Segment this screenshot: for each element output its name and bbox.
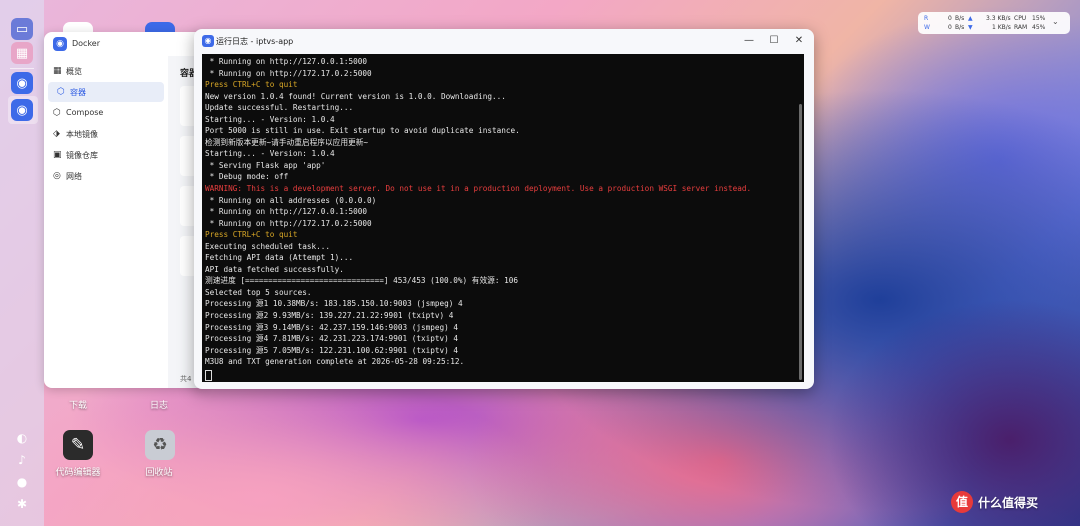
log-line: Press CTRL+C to quit bbox=[205, 80, 298, 90]
terminal-scrollbar[interactable] bbox=[799, 104, 802, 380]
read-label: R bbox=[924, 15, 929, 22]
write-label: W bbox=[924, 24, 930, 31]
ram-label: RAM bbox=[1014, 24, 1028, 31]
log-taskbar-icon[interactable]: ◉ bbox=[11, 99, 33, 121]
desktop-icon[interactable]: ▭ bbox=[11, 18, 33, 40]
image-icon: ⬗ bbox=[53, 129, 60, 139]
desktop-label-code-editor[interactable]: 代码编辑器 bbox=[43, 465, 113, 478]
cpu-value: 15% bbox=[1032, 15, 1046, 22]
cpu-label: CPU bbox=[1014, 15, 1027, 22]
help-icon[interactable]: ◐ bbox=[14, 430, 30, 446]
registry-icon: ▣ bbox=[53, 150, 62, 160]
arrow-up-icon: ▲ bbox=[968, 15, 973, 22]
nav-item-containers[interactable]: ⬡ 容器 bbox=[48, 82, 164, 102]
user-icon[interactable]: ● bbox=[14, 474, 30, 490]
docker-logo-icon: ◉ bbox=[53, 37, 67, 51]
read-value: 0 bbox=[948, 15, 952, 22]
log-line: Processing 源5 7.05MB/s: 122.231.100.62:9… bbox=[205, 345, 458, 355]
docker-window-header: ◉ Docker bbox=[44, 32, 204, 56]
log-line: M3U8 and TXT generation complete at 2026… bbox=[205, 357, 465, 367]
watermark-text: 什么值得买 bbox=[978, 496, 1039, 510]
net-up-value: 3.3 KB/s bbox=[986, 15, 1011, 22]
docker-window-title: Docker bbox=[72, 39, 101, 48]
net-down-value: 1 KB/s bbox=[992, 24, 1011, 31]
log-line: Selected top 5 sources. bbox=[205, 287, 312, 297]
log-line: WARNING: This is a development server. D… bbox=[205, 184, 752, 194]
read-unit: B/s bbox=[955, 15, 965, 22]
app-logo-icon: ◉ bbox=[202, 35, 214, 47]
log-line: * Running on http://172.17.0.2:5000 bbox=[205, 68, 372, 78]
left-taskbar: ▭ ▦ ◉ ◉ ◐ ♪ ● ✱ bbox=[0, 0, 44, 526]
log-window: ◉ 运行日志 - iptvs-app — ☐ ✕ * Running on ht… bbox=[194, 29, 814, 389]
desktop-label-logs[interactable]: 日志 bbox=[124, 398, 194, 411]
log-line: 测速进度 [==============================] 45… bbox=[205, 276, 518, 286]
log-line: Starting... - Version: 1.0.4 bbox=[205, 114, 335, 124]
app-grid-icon[interactable]: ▦ bbox=[11, 42, 33, 64]
compose-icon: ⬡ bbox=[53, 108, 61, 118]
ram-value: 45% bbox=[1032, 24, 1046, 31]
log-line: * Running on http://127.0.0.1:5000 bbox=[205, 57, 367, 66]
log-window-title: 运行日志 - iptvs-app bbox=[216, 37, 294, 46]
chevron-down-icon[interactable]: ⌄ bbox=[1052, 17, 1059, 26]
desktop-label-recycle-bin[interactable]: 回收站 bbox=[124, 465, 194, 478]
terminal-output[interactable]: * Running on http://127.0.0.1:5000 * Run… bbox=[202, 54, 804, 382]
write-value: 0 bbox=[948, 24, 952, 31]
log-line: Update successful. Restarting... bbox=[205, 103, 354, 113]
arrow-down-icon: ▼ bbox=[968, 24, 973, 31]
log-line: 检测到新版本更新~请手动重启程序以应用更新~ bbox=[205, 137, 369, 147]
terminal-cursor bbox=[205, 370, 212, 381]
docker-taskbar-icon[interactable]: ◉ bbox=[11, 72, 33, 94]
minimize-button[interactable]: — bbox=[742, 34, 756, 48]
container-icon: ⬡ bbox=[57, 87, 65, 97]
log-line: Fetching API data (Attempt 1)... bbox=[205, 253, 354, 263]
log-line: Processing 源2 9.93MB/s: 139.227.21.22:99… bbox=[205, 311, 454, 321]
desktop-label-download[interactable]: 下载 bbox=[43, 398, 113, 411]
log-line: Processing 源4 7.81MB/s: 42.231.223.174:9… bbox=[205, 334, 458, 344]
log-line: API data fetched successfully. bbox=[205, 264, 344, 274]
log-lines: * Running on http://127.0.0.1:5000 * Run… bbox=[205, 56, 792, 368]
recycle-bin-icon[interactable]: ♻ bbox=[145, 430, 175, 460]
log-line: New version 1.0.4 found! Current version… bbox=[205, 91, 506, 101]
log-line: * Running on http://127.0.0.1:5000 bbox=[205, 207, 367, 217]
settings-icon[interactable]: ✱ bbox=[14, 496, 30, 512]
log-line: * Debug mode: off bbox=[205, 172, 289, 182]
log-line: Starting... - Version: 1.0.4 bbox=[205, 149, 335, 159]
log-line: Processing 源3 9.14MB/s: 42.237.159.146:9… bbox=[205, 322, 458, 332]
log-line: * Serving Flask app 'app' bbox=[205, 160, 326, 170]
log-line: Port 5000 is still in use. Exit startup … bbox=[205, 126, 520, 136]
container-count-label: 共4 bbox=[180, 375, 192, 383]
log-line: * Running on all addresses (0.0.0.0) bbox=[205, 195, 377, 205]
log-line: Processing 源1 10.38MB/s: 183.185.150.10:… bbox=[205, 299, 463, 309]
watermark: 值 什么值得买 bbox=[951, 491, 1071, 517]
maximize-button[interactable]: ☐ bbox=[767, 34, 781, 48]
system-monitor-widget: R 0 B/s ▲ W 0 B/s ▼ 3.3 KB/s 1 KB/s CPU … bbox=[918, 12, 1070, 34]
smzdm-logo: 值 bbox=[951, 491, 973, 513]
bell-icon[interactable]: ♪ bbox=[14, 452, 30, 468]
close-button[interactable]: ✕ bbox=[792, 34, 806, 48]
taskbar-divider bbox=[10, 68, 34, 69]
log-line: Executing scheduled task... bbox=[205, 241, 330, 251]
code-editor-icon[interactable]: ✎ bbox=[63, 430, 93, 460]
log-line: * Running on http://172.17.0.2:5000 bbox=[205, 218, 372, 228]
network-icon: ◎ bbox=[53, 171, 61, 181]
write-unit: B/s bbox=[955, 24, 965, 31]
log-line: Press CTRL+C to quit bbox=[205, 230, 298, 240]
docker-window: ◉ Docker ▦ 概览 ⬡ 容器 ⬡ Compose ⬗ 本地镜像 ▣ 镜像… bbox=[44, 32, 204, 388]
dashboard-icon: ▦ bbox=[53, 66, 62, 76]
